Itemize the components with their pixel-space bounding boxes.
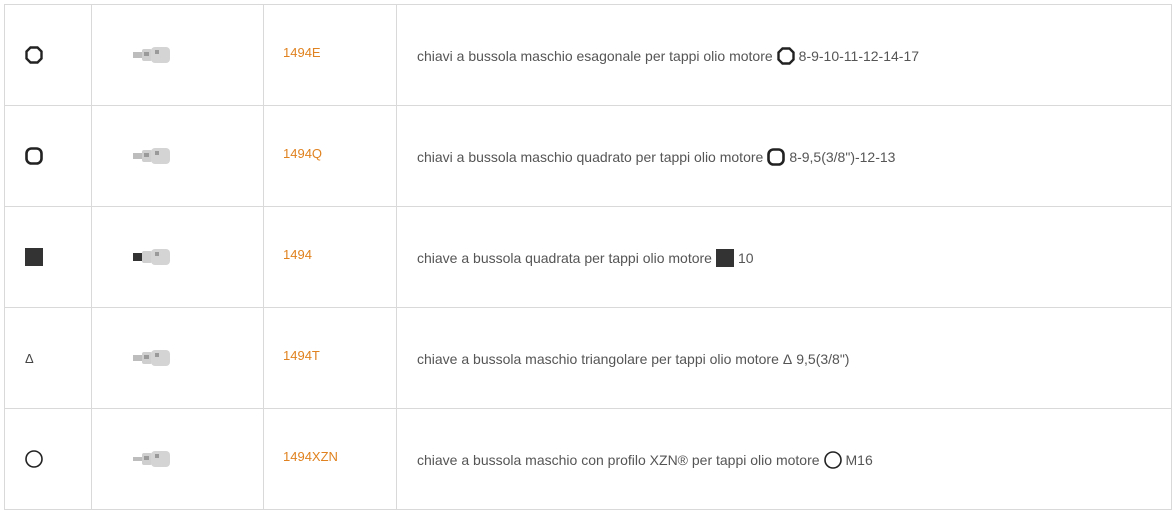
square-filled-icon bbox=[25, 248, 43, 266]
triangle-icon: Δ bbox=[782, 351, 793, 367]
description-text: chiave a bussola quadrata per tappi olio… bbox=[417, 250, 712, 266]
table-row: 1494Q chiavi a bussola maschio quadrato … bbox=[4, 106, 1172, 207]
product-code-link[interactable]: 1494Q bbox=[283, 146, 322, 161]
description-cell: chiavi a bussola maschio esagonale per t… bbox=[396, 5, 1172, 105]
square-rounded-outline-icon bbox=[25, 147, 43, 165]
product-image-cell bbox=[91, 409, 263, 509]
description-text: chiavi a bussola maschio esagonale per t… bbox=[417, 48, 773, 64]
product-description: chiave a bussola maschio triangolare per… bbox=[417, 351, 849, 367]
triangle-icon: Δ bbox=[25, 350, 34, 366]
sizes-text: 9,5(3/8") bbox=[796, 351, 850, 367]
profile-cell: Δ bbox=[4, 308, 91, 408]
circle-outline-icon bbox=[823, 451, 842, 469]
table-row: 1494E chiavi a bussola maschio esagonale… bbox=[4, 5, 1172, 106]
product-description: chiavi a bussola maschio quadrato per ta… bbox=[417, 148, 895, 166]
sizes-text: 8-9-10-11-12-14-17 bbox=[798, 48, 920, 64]
product-code-link[interactable]: 1494XZN bbox=[283, 449, 338, 464]
product-image-cell bbox=[91, 308, 263, 408]
product-description: chiavi a bussola maschio esagonale per t… bbox=[417, 47, 919, 65]
code-cell: 1494XZN bbox=[263, 409, 396, 509]
socket-image bbox=[132, 146, 172, 166]
description-cell: chiave a bussola maschio con profilo XZN… bbox=[396, 409, 1172, 509]
hexagon-outline-icon bbox=[776, 47, 795, 65]
product-image-cell bbox=[91, 207, 263, 307]
product-description: chiave a bussola maschio con profilo XZN… bbox=[417, 451, 873, 469]
description-text: chiave a bussola maschio triangolare per… bbox=[417, 351, 779, 367]
profile-cell bbox=[4, 409, 91, 509]
product-image-cell bbox=[91, 106, 263, 206]
table-row: 1494 chiave a bussola quadrata per tappi… bbox=[4, 207, 1172, 308]
product-description: chiave a bussola quadrata per tappi olio… bbox=[417, 249, 754, 267]
sizes-text: 10 bbox=[737, 250, 754, 266]
sizes-text: 8-9,5(3/8")-12-13 bbox=[789, 149, 896, 165]
socket-image bbox=[132, 449, 172, 469]
description-cell: chiave a bussola quadrata per tappi olio… bbox=[396, 207, 1172, 307]
hexagon-outline-icon bbox=[25, 46, 43, 64]
socket-image bbox=[132, 348, 172, 368]
sizes-text: M16 bbox=[845, 452, 873, 468]
description-cell: chiavi a bussola maschio quadrato per ta… bbox=[396, 106, 1172, 206]
table-row: 1494XZN chiave a bussola maschio con pro… bbox=[4, 409, 1172, 510]
profile-cell bbox=[4, 5, 91, 105]
square-rounded-outline-icon bbox=[767, 148, 786, 166]
product-code-link[interactable]: 1494 bbox=[283, 247, 312, 262]
product-image-cell bbox=[91, 5, 263, 105]
code-cell: 1494 bbox=[263, 207, 396, 307]
product-code-link[interactable]: 1494E bbox=[283, 45, 321, 60]
table-row: Δ 1494T chiave a bussola maschio triango… bbox=[4, 308, 1172, 409]
description-cell: chiave a bussola maschio triangolare per… bbox=[396, 308, 1172, 408]
code-cell: 1494Q bbox=[263, 106, 396, 206]
profile-cell bbox=[4, 207, 91, 307]
socket-image bbox=[132, 45, 172, 65]
product-code-link[interactable]: 1494T bbox=[283, 348, 320, 363]
code-cell: 1494E bbox=[263, 5, 396, 105]
code-cell: 1494T bbox=[263, 308, 396, 408]
product-table: 1494E chiavi a bussola maschio esagonale… bbox=[4, 4, 1172, 510]
profile-cell bbox=[4, 106, 91, 206]
circle-outline-icon bbox=[25, 450, 43, 468]
description-text: chiave a bussola maschio con profilo XZN… bbox=[417, 452, 820, 468]
socket-image bbox=[132, 247, 172, 267]
description-text: chiavi a bussola maschio quadrato per ta… bbox=[417, 149, 764, 165]
square-filled-icon bbox=[715, 249, 734, 267]
